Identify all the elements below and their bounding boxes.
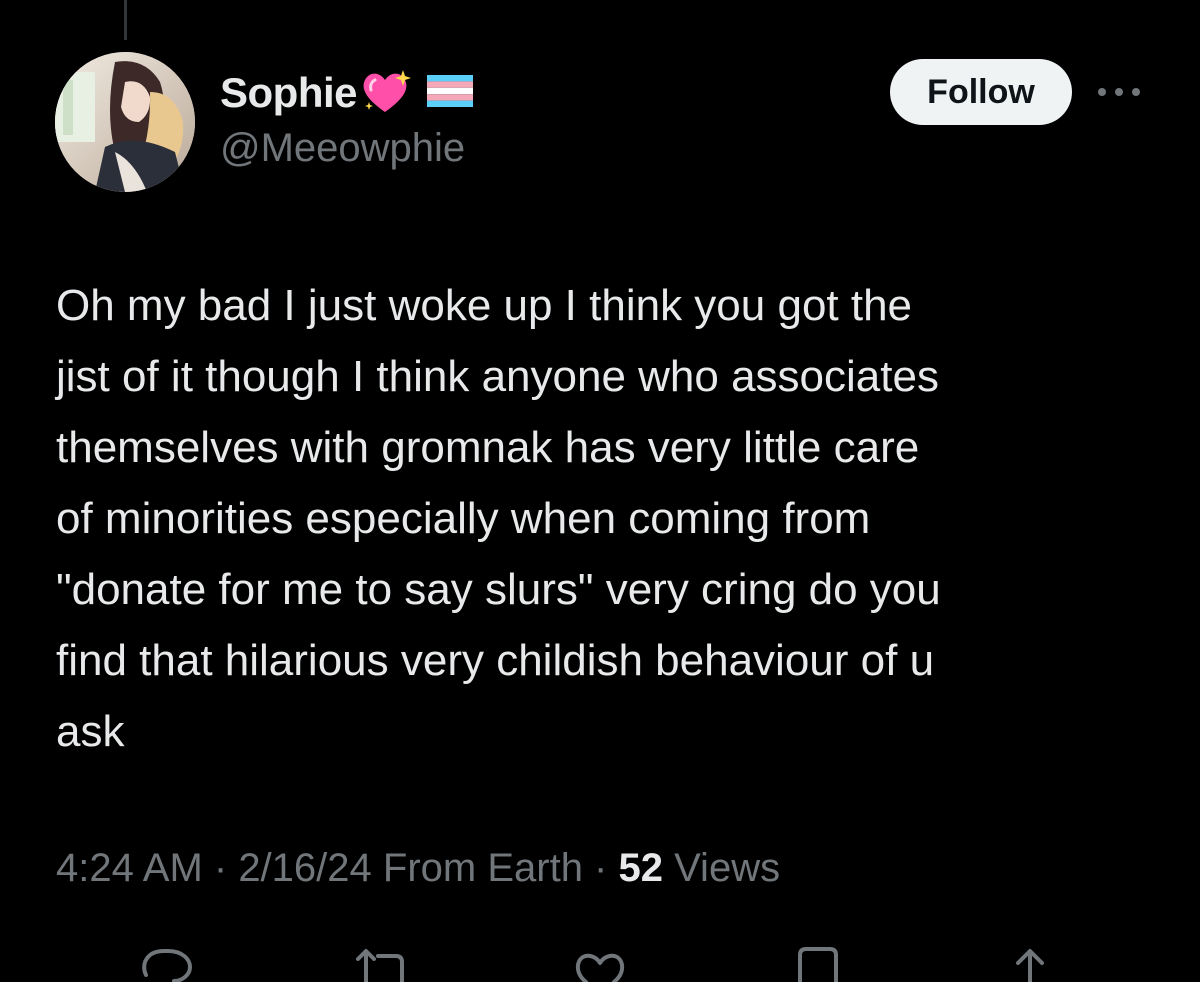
sparkling-heart-icon [361,68,413,119]
thread-connector-line [124,0,127,40]
more-dot [1132,88,1140,96]
views-count[interactable]: 52 [618,846,663,890]
like-icon[interactable] [572,945,628,982]
tweet-text-line: themselves with gromnak has very little … [56,423,920,472]
display-name[interactable]: Sophie [220,69,358,117]
separator-dot: · [582,846,619,890]
tweet-source: From Earth [371,846,583,890]
more-dot [1115,88,1123,96]
more-dot [1098,88,1106,96]
tweet-text-line: jist of it though I think anyone who ass… [56,352,939,401]
author-name-row: Sophie [220,66,474,120]
tweet-text-line: ask [56,707,125,756]
share-icon[interactable] [1002,945,1058,982]
tweet-time[interactable]: 4:24 AM [56,846,203,890]
more-options-icon[interactable] [1098,82,1140,102]
tweet-date[interactable]: 2/16/24 [238,846,371,890]
views-label: Views [662,846,781,890]
tweet-text-line: "donate for me to say slurs" very cring … [56,565,941,614]
transgender-flag-icon [427,74,474,112]
separator-dot: · [202,846,239,890]
user-handle[interactable]: @Meeowphie [220,126,465,171]
tweet-text-line: find that hilarious very childish behavi… [56,636,935,685]
avatar-image [55,52,195,192]
tweet-text-line: of minorities especially when coming fro… [56,494,871,543]
bookmark-icon[interactable] [790,945,846,982]
avatar[interactable] [55,52,195,192]
retweet-icon[interactable] [352,945,408,982]
tweet-text: Oh my bad I just woke up I think you got… [56,270,1166,767]
follow-button[interactable]: Follow [890,59,1072,125]
reply-icon[interactable] [138,945,194,982]
action-bar [0,945,1200,982]
tweet-meta: 4:24 AM · 2/16/24 From Earth · 52 Views [56,846,780,891]
tweet-text-line: Oh my bad I just woke up I think you got… [56,281,913,330]
